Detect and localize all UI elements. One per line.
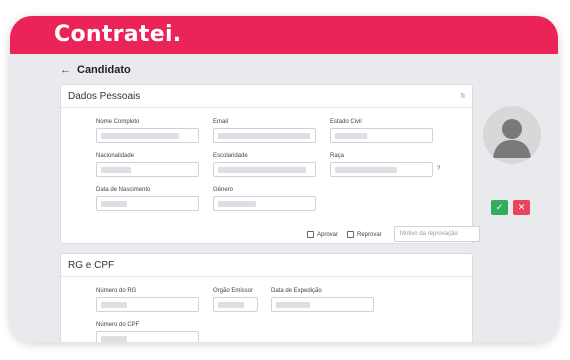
reject-checkbox-row[interactable]: Reprovar	[347, 231, 382, 238]
approve-button[interactable]: ✓	[491, 200, 508, 215]
check-icon: ✓	[495, 202, 504, 212]
numero-cpf-input[interactable]	[96, 331, 199, 342]
field-label: Escolaridade	[213, 153, 248, 159]
help-icon[interactable]: ?	[437, 166, 440, 172]
approve-checkbox[interactable]	[307, 231, 314, 238]
email-field: Email	[213, 119, 316, 143]
arrow-left-icon[interactable]: ←	[60, 64, 71, 76]
page-title: Candidato	[77, 64, 131, 76]
avatar	[483, 106, 541, 164]
card-header: RG e CPF	[61, 254, 472, 277]
card-title: Dados Pessoais	[68, 90, 141, 102]
brand-logo: Contratei.	[54, 22, 182, 47]
numero-rg-input[interactable]	[96, 297, 199, 312]
orgao-emissor-input[interactable]	[213, 297, 258, 312]
field-label: Orgão Emissor	[213, 288, 254, 294]
genero-field: Gênero	[213, 187, 316, 211]
escolaridade-field: Escolaridade	[213, 153, 316, 177]
email-input[interactable]	[213, 128, 316, 143]
field-label: Data de Nascimento	[96, 187, 151, 193]
field-label: Número do CPF	[96, 322, 140, 328]
card-header: Dados Pessoais ⌃	[61, 85, 472, 108]
brand-bar: Contratei.	[10, 16, 558, 54]
estado-civil-field: Estado Civil	[330, 119, 433, 143]
dados-pessoais-card: Dados Pessoais ⌃ Nome Completo Email Est…	[60, 84, 480, 244]
close-icon: ✕	[517, 202, 526, 212]
nacionalidade-input[interactable]	[96, 162, 199, 177]
numero-cpf-field: Número do CPF	[96, 322, 199, 342]
main-content: ← Candidato Dados Pessoais ⌃ Nome Comple…	[10, 54, 558, 342]
nacionalidade-field: Nacionalidade	[96, 153, 199, 177]
nome-completo-field: Nome Completo	[96, 119, 199, 143]
data-nascimento-input[interactable]	[96, 196, 199, 211]
reject-label: Reprovar	[357, 231, 382, 238]
data-nascimento-field: Data de Nascimento	[96, 187, 199, 211]
raca-field: Raça	[330, 153, 433, 177]
field-label: Raça	[330, 153, 345, 159]
page-header: ← Candidato	[60, 64, 131, 76]
rejection-reason-input[interactable]: Motivo da reprovação	[394, 226, 480, 242]
field-label: Nome Completo	[96, 119, 140, 125]
estado-civil-input[interactable]	[330, 128, 433, 143]
rg-cpf-card: RG e CPF Número do RG Orgão Emissor Data…	[60, 253, 473, 342]
field-label: Nacionalidade	[96, 153, 135, 159]
nome-completo-input[interactable]	[96, 128, 199, 143]
reject-checkbox[interactable]	[347, 231, 354, 238]
user-silhouette-icon	[483, 106, 541, 164]
field-label: Email	[213, 119, 229, 125]
reject-button[interactable]: ✕	[513, 200, 530, 215]
approve-checkbox-row[interactable]: Aprovar	[307, 231, 338, 238]
approve-label: Aprovar	[317, 231, 339, 238]
field-label: Data de Expedição	[271, 288, 322, 294]
scroll-indicator	[461, 94, 465, 98]
data-expedicao-input[interactable]	[271, 297, 374, 312]
field-label: Estado Civil	[330, 119, 362, 125]
orgao-emissor-field: Orgão Emissor	[213, 288, 258, 312]
app-window: Contratei. ← Candidato Dados Pessoais ⌃ …	[10, 16, 558, 342]
data-expedicao-field: Data de Expedição	[271, 288, 374, 312]
escolaridade-input[interactable]	[213, 162, 316, 177]
card-title: RG e CPF	[68, 259, 115, 271]
numero-rg-field: Número do RG	[96, 288, 199, 312]
raca-input[interactable]	[330, 162, 433, 177]
field-label: Número do RG	[96, 288, 137, 294]
field-label: Gênero	[213, 187, 234, 193]
genero-input[interactable]	[213, 196, 316, 211]
